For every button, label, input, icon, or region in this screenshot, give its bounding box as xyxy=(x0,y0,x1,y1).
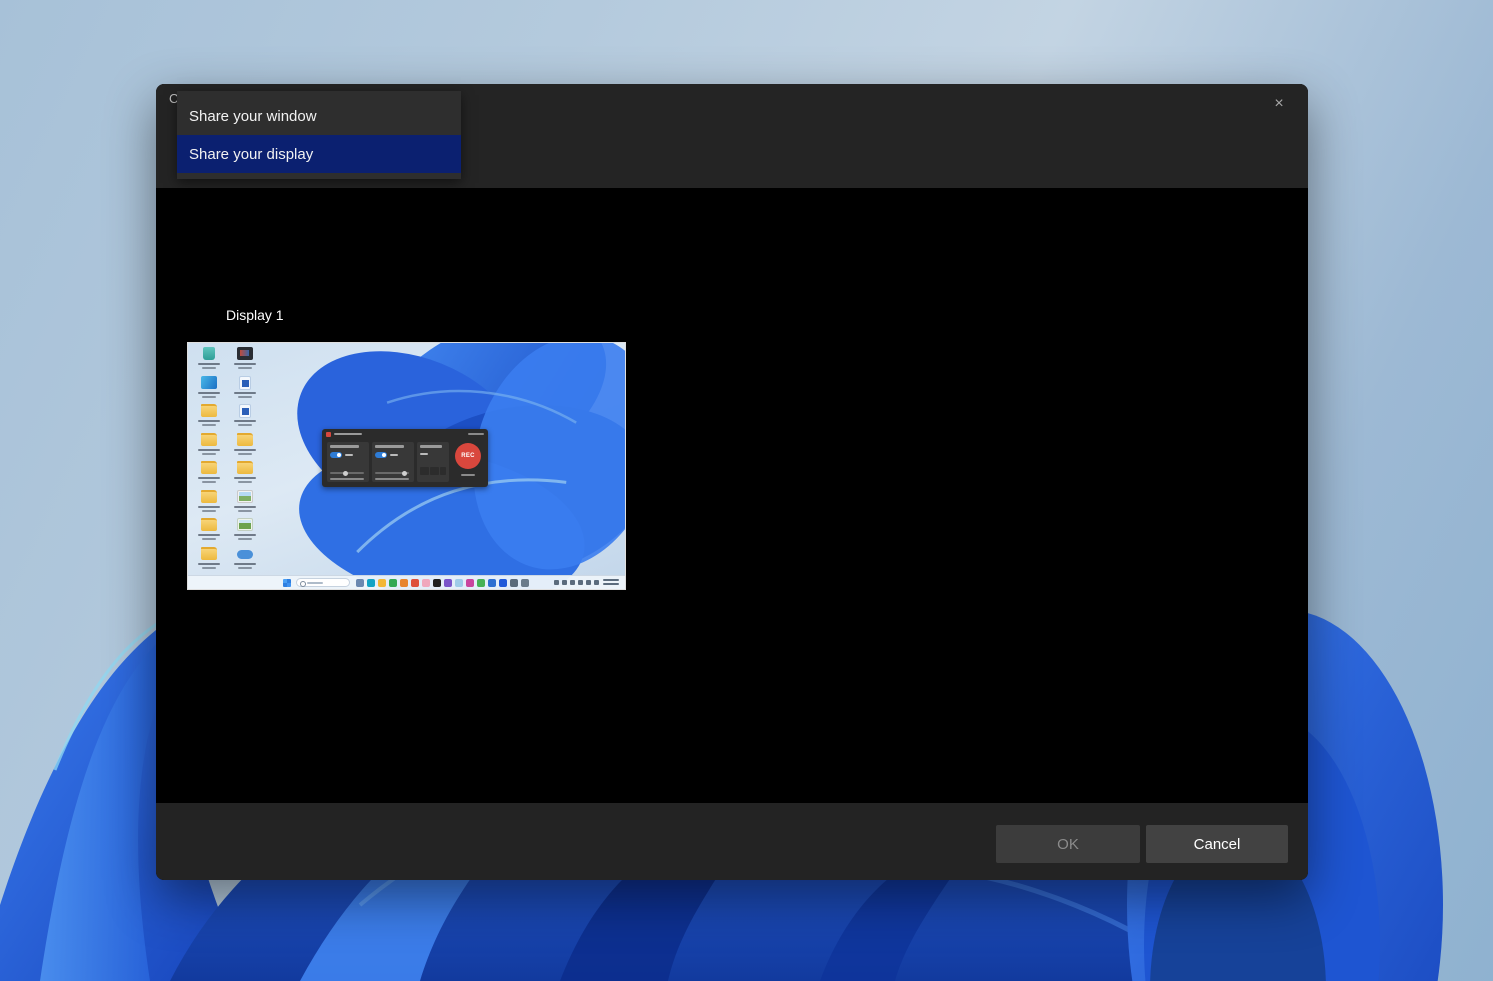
share-type-dropdown: Share your window Share your display xyxy=(177,91,461,179)
desktop-icon-folder xyxy=(196,490,222,516)
microphone-toggle xyxy=(330,452,342,458)
taskbar-app-icon xyxy=(466,579,474,587)
taskbar-app-icon xyxy=(510,579,518,587)
taskbar-app-icon xyxy=(356,579,364,587)
desktop-icon-cloud xyxy=(232,547,258,573)
desktop-icon-folder xyxy=(196,518,222,544)
taskbar-app-icon xyxy=(521,579,529,587)
share-dialog: C × Share your window Share your display… xyxy=(156,84,1308,880)
microphone-card xyxy=(327,442,369,482)
cancel-button[interactable]: Cancel xyxy=(1146,825,1288,863)
display-1-label: Display 1 xyxy=(226,307,284,323)
desktop-icon-folder xyxy=(196,461,222,487)
speaker-icon xyxy=(375,445,404,448)
desktop-icon-recycle-bin xyxy=(196,347,222,373)
dialog-body: Display 1 xyxy=(156,188,1308,803)
recorder-window-controls xyxy=(468,433,484,435)
desktop-icon-folder xyxy=(232,461,258,487)
recorder-title-text xyxy=(334,433,362,435)
webcam-timer-card xyxy=(417,442,449,482)
display-1-thumbnail[interactable]: REC xyxy=(187,342,626,590)
close-icon[interactable]: × xyxy=(1264,90,1294,118)
search-pill xyxy=(296,578,350,587)
webcam-icon xyxy=(420,445,442,448)
desktop-icon-picture xyxy=(232,490,258,516)
system-sounds-card xyxy=(372,442,414,482)
system-sounds-toggle xyxy=(375,452,387,458)
desktop-icon-grid xyxy=(188,343,268,575)
menu-option-share-window[interactable]: Share your window xyxy=(177,97,461,135)
taskbar-app-icon xyxy=(400,579,408,587)
taskbar-app-icon xyxy=(411,579,419,587)
start-icon xyxy=(283,579,291,587)
taskbar-app-icon xyxy=(444,579,452,587)
taskbar-app-icon xyxy=(499,579,507,587)
microphone-icon xyxy=(330,445,359,448)
desktop-icon-monitor xyxy=(196,376,222,402)
recorder-titlebar xyxy=(322,429,488,439)
dialog-footer: OK Cancel xyxy=(156,803,1308,880)
taskbar-app-icon xyxy=(488,579,496,587)
menu-option-share-display[interactable]: Share your display xyxy=(177,135,461,173)
taskbar-app-icon xyxy=(389,579,397,587)
screen-recorder-panel: REC xyxy=(322,429,488,487)
desktop-icon-folder xyxy=(196,404,222,430)
taskbar-app-icon xyxy=(378,579,386,587)
taskbar-clock xyxy=(603,579,619,587)
desktop-icon-folder xyxy=(196,433,222,459)
taskbar-app-icon xyxy=(455,579,463,587)
desktop-icon-picture-green xyxy=(232,518,258,544)
ok-button[interactable]: OK xyxy=(996,825,1140,863)
taskbar-app-icon xyxy=(433,579,441,587)
recorder-app-icon xyxy=(326,432,331,437)
thumbnail-taskbar xyxy=(188,575,625,589)
desktop-icon-folder xyxy=(196,547,222,573)
taskbar-app-icon xyxy=(422,579,430,587)
rec-button: REC xyxy=(455,443,481,469)
taskbar-app-icons xyxy=(356,579,529,587)
desktop-icon-folder xyxy=(232,433,258,459)
desktop-icon-word-doc xyxy=(232,376,258,402)
taskbar-app-icon xyxy=(477,579,485,587)
system-tray-icons xyxy=(554,580,599,585)
desktop-icon-picture-dark xyxy=(232,347,258,373)
taskbar-app-icon xyxy=(367,579,375,587)
desktop-icon-word-doc xyxy=(232,404,258,430)
